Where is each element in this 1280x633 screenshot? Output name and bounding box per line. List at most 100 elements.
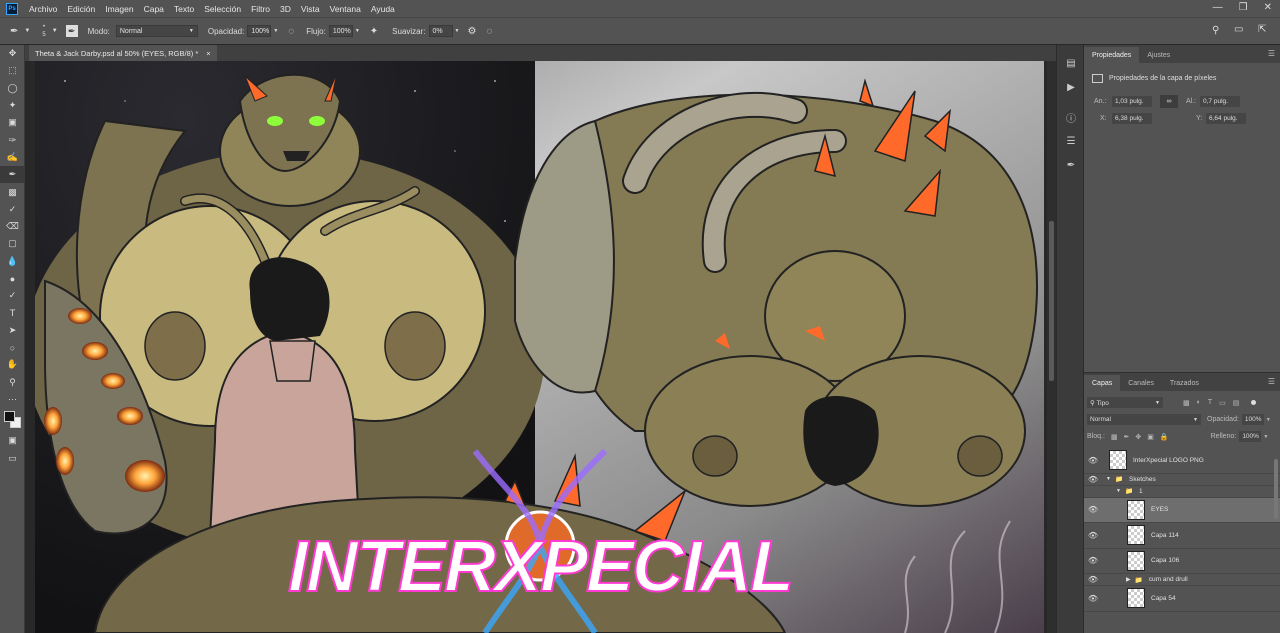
brush-size-picker[interactable]: • 5: [42, 23, 45, 39]
menu-archivo[interactable]: Archivo: [24, 4, 62, 14]
filter-type-icon[interactable]: T: [1208, 399, 1212, 406]
share-icon[interactable]: ⇱: [1258, 24, 1266, 35]
eraser-tool-icon[interactable]: ⌫: [0, 218, 25, 235]
close-window-icon[interactable]: ✕: [1264, 2, 1272, 13]
lock-all-icon[interactable]: 🔒: [1160, 433, 1169, 441]
layer-row[interactable]: 👁 EYES: [1084, 497, 1280, 523]
brush-tool-preset-icon[interactable]: ✒: [10, 26, 18, 37]
document-tab[interactable]: Theta & Jack Darby.psd al 50% (EYES, RGB…: [29, 45, 217, 61]
pressure-size-icon[interactable]: ◌: [486, 26, 492, 37]
chevron-down-icon[interactable]: ▼: [455, 28, 460, 34]
chevron-right-icon[interactable]: ▶: [1126, 576, 1131, 583]
eye-icon[interactable]: 👁: [1084, 594, 1102, 603]
crop-tool-icon[interactable]: ▣: [0, 114, 25, 131]
vertical-scrollbar[interactable]: [1047, 61, 1056, 633]
mode-select[interactable]: Normal ▼: [115, 25, 198, 37]
layers-scrollbar[interactable]: [1274, 459, 1278, 519]
foreground-color-swatch[interactable]: [4, 411, 15, 423]
height-input[interactable]: 0,7 pulg.: [1200, 96, 1240, 107]
zoom-tool-icon[interactable]: ⚲: [0, 374, 25, 391]
move-tool-icon[interactable]: ✥: [0, 45, 25, 62]
group-row[interactable]: 👁 ▶ 📁 cum and drull: [1084, 574, 1280, 586]
search-icon[interactable]: ⚲: [1212, 25, 1219, 36]
filter-smart-icon[interactable]: ▤: [1233, 399, 1240, 407]
blur-tool-icon[interactable]: 💧: [0, 253, 25, 270]
gradient-tool-icon[interactable]: ▢: [0, 235, 25, 252]
fill-input[interactable]: 100%: [1239, 431, 1262, 442]
eye-icon[interactable]: 👁: [1084, 531, 1102, 540]
more-tools-icon[interactable]: ⋯: [0, 391, 25, 408]
history-brush-tool-icon[interactable]: ✓: [0, 201, 25, 218]
group-row[interactable]: 👁 ▼ 📁 1: [1084, 486, 1280, 498]
layer-row[interactable]: 👁 Capa 54: [1084, 586, 1280, 612]
chevron-down-icon[interactable]: ▼: [273, 28, 278, 34]
path-select-tool-icon[interactable]: ➤: [0, 322, 25, 339]
photoshop-logo-icon[interactable]: Ps: [6, 2, 18, 15]
pressure-opacity-icon[interactable]: ◌: [288, 26, 294, 37]
chevron-down-icon[interactable]: ▼: [1116, 488, 1121, 494]
info-icon[interactable]: ⓘ: [1057, 105, 1085, 129]
layer-row[interactable]: 👁 Capa 106: [1084, 549, 1280, 574]
filter-toggle-icon[interactable]: [1251, 400, 1257, 405]
tab-canales[interactable]: Canales: [1120, 375, 1162, 391]
tab-trazados[interactable]: Trazados: [1162, 375, 1207, 391]
menu-ventana[interactable]: Ventana: [325, 4, 366, 14]
canvas[interactable]: INTERXPECIAL: [35, 61, 1044, 633]
chevron-down-icon[interactable]: ▼: [1263, 434, 1268, 440]
filter-adjust-icon[interactable]: ◐: [1197, 399, 1201, 406]
screen-mode-icon[interactable]: ▭: [0, 450, 25, 467]
link-icon[interactable]: ∞: [1160, 95, 1178, 108]
width-input[interactable]: 1,03 pulg.: [1112, 96, 1152, 107]
brush-settings-panel-icon[interactable]: ✒: [65, 25, 78, 37]
minimize-icon[interactable]: —: [1213, 2, 1223, 13]
eyedropper-tool-icon[interactable]: ✑: [0, 131, 25, 148]
quick-select-tool-icon[interactable]: ✦: [0, 97, 25, 114]
history-panel-icon[interactable]: ▤: [1057, 51, 1085, 75]
marquee-tool-icon[interactable]: ⬚: [0, 62, 25, 79]
quick-mask-icon[interactable]: ▣: [0, 432, 25, 449]
smooth-input[interactable]: 0%: [428, 25, 453, 37]
panel-menu-icon[interactable]: ☰: [1268, 49, 1275, 58]
blend-mode-select[interactable]: Normal ▼: [1087, 414, 1201, 425]
lasso-tool-icon[interactable]: ◯: [0, 80, 25, 97]
brush-settings-icon[interactable]: ✒: [1057, 153, 1085, 177]
chevron-down-icon[interactable]: ▼: [24, 28, 30, 34]
airbrush-icon[interactable]: ✦: [370, 26, 378, 37]
brush-tool-icon[interactable]: ✒: [0, 166, 25, 184]
lock-transparent-icon[interactable]: ▩: [1111, 433, 1118, 441]
opacity-input[interactable]: 100%: [247, 25, 272, 37]
lock-image-icon[interactable]: ✒: [1124, 433, 1130, 441]
eye-icon[interactable]: 👁: [1084, 575, 1102, 584]
layers-menu-icon[interactable]: ☰: [1268, 377, 1275, 386]
eye-icon[interactable]: 👁: [1084, 456, 1102, 465]
scroll-thumb[interactable]: [1049, 221, 1054, 381]
chevron-down-icon[interactable]: ▼: [52, 28, 58, 34]
adjustments-panel-icon[interactable]: ☰: [1057, 129, 1085, 153]
x-input[interactable]: 6,38 pulg.: [1112, 113, 1152, 124]
flow-input[interactable]: 100%: [328, 25, 353, 37]
chevron-down-icon[interactable]: ▼: [1106, 476, 1111, 482]
layer-filter-select[interactable]: ⚲ Tipo ▼: [1087, 397, 1163, 408]
close-tab-icon[interactable]: ×: [206, 49, 210, 58]
lock-artboard-icon[interactable]: ▣: [1147, 433, 1154, 441]
tab-propiedades[interactable]: Propiedades: [1084, 47, 1140, 63]
lock-position-icon[interactable]: ✥: [1135, 433, 1141, 441]
tab-capas[interactable]: Capas: [1084, 375, 1121, 391]
dodge-tool-icon[interactable]: ●: [0, 270, 25, 287]
menu-texto[interactable]: Texto: [169, 4, 199, 14]
menu-filtro[interactable]: Filtro: [246, 4, 275, 14]
eye-icon[interactable]: 👁: [1084, 556, 1102, 565]
healing-brush-tool-icon[interactable]: ✍: [0, 149, 25, 166]
menu-ayuda[interactable]: Ayuda: [366, 4, 400, 14]
hand-tool-icon[interactable]: ✋: [0, 356, 25, 373]
y-input[interactable]: 6,64 pulg.: [1206, 113, 1246, 124]
gear-icon[interactable]: ⚙: [467, 26, 476, 37]
clone-stamp-tool-icon[interactable]: ▩: [0, 183, 25, 200]
eye-icon[interactable]: 👁: [1084, 505, 1102, 514]
pen-tool-icon[interactable]: ✓: [0, 287, 25, 304]
actions-play-icon[interactable]: ▶: [1057, 75, 1085, 99]
menu-capa[interactable]: Capa: [139, 4, 169, 14]
layer-opacity-input[interactable]: 100%: [1241, 414, 1264, 425]
menu-seleccion[interactable]: Selección: [199, 4, 246, 14]
menu-3d[interactable]: 3D: [275, 4, 296, 14]
